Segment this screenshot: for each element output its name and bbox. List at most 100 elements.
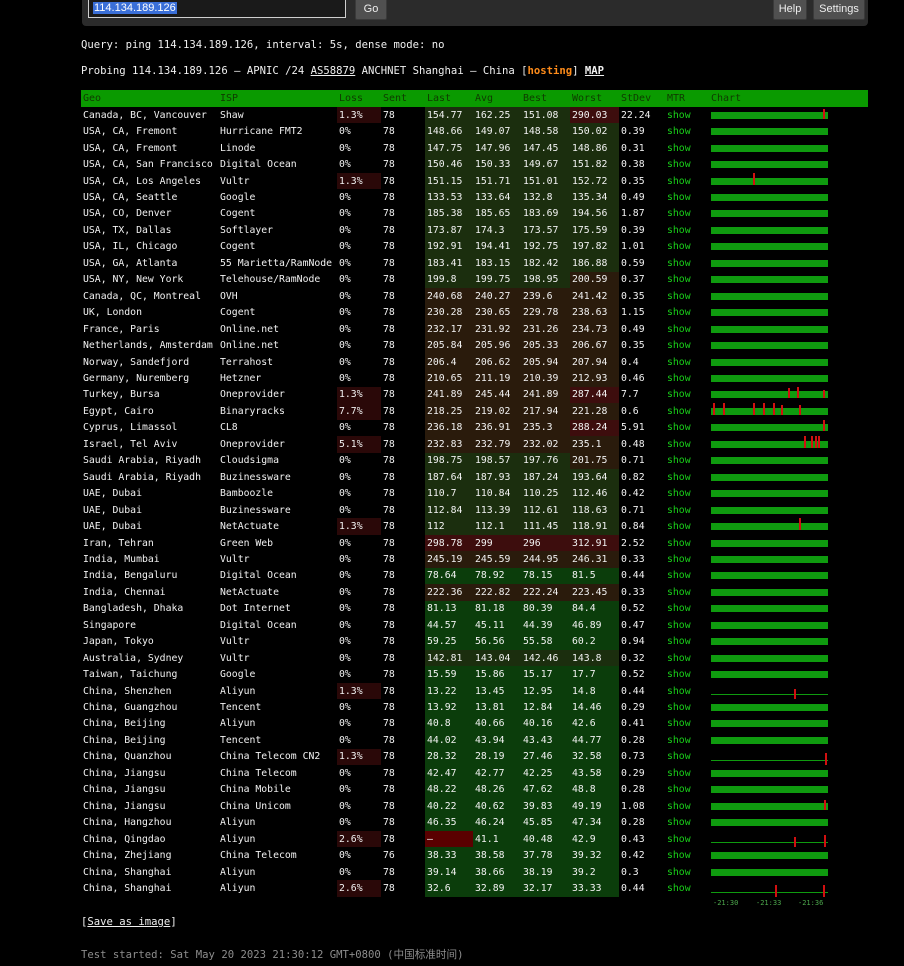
mtr-show-link[interactable]: show (665, 140, 709, 156)
save-as-image-link[interactable]: Save as image (87, 916, 170, 928)
mtr-show-link[interactable]: show (665, 732, 709, 748)
mtr-show-link[interactable]: show (665, 420, 709, 436)
target-input[interactable]: 114.134.189.126 (88, 0, 346, 18)
table-row: UAE, Dubai NetActuate 1.3% 78 112 112.1 111.45… (81, 518, 868, 535)
cell-geo: USA, IL, Chicago (83, 241, 178, 253)
mtr-show-link[interactable]: show (665, 337, 709, 353)
column-header-last[interactable]: Last (425, 90, 473, 107)
cell-sent: 78 (383, 356, 395, 368)
mtr-show-link[interactable]: show (665, 387, 709, 403)
mtr-show-link[interactable]: show (665, 239, 709, 255)
table-row: Canada, QC, Montreal OVH 0% 78 240.68 240.27 2… (81, 287, 868, 305)
mtr-show-link[interactable]: show (665, 535, 709, 551)
cell-sent: 78 (383, 800, 395, 812)
cell-geo: Japan, Tokyo (83, 636, 154, 648)
asn-link[interactable]: AS58879 (311, 65, 356, 77)
cell-sent: 78 (383, 372, 395, 384)
mtr-show-link[interactable]: show (665, 272, 709, 288)
cell-loss: 0% (339, 142, 351, 154)
latency-chart (709, 354, 868, 370)
mtr-show-link[interactable]: show (665, 354, 709, 370)
mtr-show-link[interactable]: show (665, 782, 709, 798)
cell-best: 231.26 (521, 320, 570, 338)
table-header-row: Geo ISP Loss Sent Last Avg Best Worst StDev MTR Ch… (81, 90, 868, 107)
mtr-show-link[interactable]: show (665, 206, 709, 222)
cell-sent: 78 (383, 159, 395, 171)
mtr-show-link[interactable]: show (665, 189, 709, 205)
mtr-show-link[interactable]: show (665, 617, 709, 633)
table-row: France, Paris Online.net 0% 78 232.17 231.92 2… (81, 320, 868, 338)
column-header-isp[interactable]: ISP (218, 90, 337, 107)
cell-loss: 0% (339, 537, 351, 549)
cell-avg: 32.89 (473, 880, 521, 897)
mtr-show-link[interactable]: show (665, 403, 709, 419)
cell-isp: Online.net (220, 323, 279, 335)
help-button[interactable]: Help (773, 0, 807, 20)
mtr-show-link[interactable]: show (665, 156, 709, 172)
mtr-show-link[interactable]: show (665, 288, 709, 304)
go-button[interactable]: Go (355, 0, 387, 20)
mtr-show-link[interactable]: show (665, 847, 709, 863)
cell-best: 43.43 (521, 732, 570, 749)
mtr-show-link[interactable]: show (665, 584, 709, 600)
column-header-geo[interactable]: Geo (81, 90, 218, 107)
mtr-show-link[interactable]: show (665, 304, 709, 320)
cell-last: 110.7 (425, 485, 473, 502)
mtr-show-link[interactable]: show (665, 683, 709, 699)
mtr-show-link[interactable]: show (665, 765, 709, 781)
mtr-show-link[interactable]: show (665, 798, 709, 814)
cell-isp: Aliyun (220, 866, 256, 878)
cell-avg: 245.59 (473, 551, 521, 568)
map-link[interactable]: MAP (585, 65, 604, 77)
column-header-best[interactable]: Best (521, 90, 570, 107)
mtr-show-link[interactable]: show (665, 864, 709, 880)
chart-bar (711, 572, 828, 580)
cell-best: 47.62 (521, 781, 570, 799)
cell-best: 32.17 (521, 880, 570, 897)
latency-chart (709, 189, 868, 205)
mtr-show-link[interactable]: show (665, 502, 709, 518)
cell-worst: 46.89 (570, 617, 619, 634)
column-header-stdev[interactable]: StDev (619, 90, 665, 107)
cell-sent: 78 (383, 817, 395, 829)
mtr-show-link[interactable]: show (665, 716, 709, 732)
column-header-chart[interactable]: Chart (709, 90, 868, 107)
mtr-show-link[interactable]: show (665, 436, 709, 452)
mtr-show-link[interactable]: show (665, 880, 709, 896)
mtr-show-link[interactable]: show (665, 321, 709, 337)
mtr-show-link[interactable]: show (665, 650, 709, 666)
mtr-show-link[interactable]: show (665, 485, 709, 501)
mtr-show-link[interactable]: show (665, 601, 709, 617)
column-header-sent[interactable]: Sent (381, 90, 425, 107)
cell-best: 39.83 (521, 798, 570, 815)
column-header-worst[interactable]: Worst (570, 90, 619, 107)
cell-loss: 0% (339, 191, 351, 203)
mtr-show-link[interactable]: show (665, 173, 709, 189)
cell-stdev: 0.29 (621, 767, 645, 779)
mtr-show-link[interactable]: show (665, 814, 709, 830)
mtr-show-link[interactable]: show (665, 568, 709, 584)
mtr-show-link[interactable]: show (665, 749, 709, 765)
mtr-show-link[interactable]: show (665, 222, 709, 238)
settings-button[interactable]: Settings (813, 0, 865, 20)
mtr-show-link[interactable]: show (665, 107, 709, 123)
mtr-show-link[interactable]: show (665, 469, 709, 485)
mtr-show-link[interactable]: show (665, 518, 709, 534)
mtr-show-link[interactable]: show (665, 699, 709, 715)
column-header-mtr[interactable]: MTR (665, 90, 709, 107)
table-row: China, Jiangsu China Telecom 0% 78 42.47 42.7… (81, 765, 868, 782)
mtr-show-link[interactable]: show (665, 551, 709, 567)
mtr-show-link[interactable]: show (665, 831, 709, 847)
cell-avg: 13.81 (473, 699, 521, 716)
table-row: Canada, BC, Vancouver Shaw 1.3% 78 154.77 162… (81, 107, 868, 124)
mtr-show-link[interactable]: show (665, 123, 709, 139)
column-header-loss[interactable]: Loss (337, 90, 381, 107)
mtr-show-link[interactable]: show (665, 453, 709, 469)
column-header-avg[interactable]: Avg (473, 90, 521, 107)
table-row: China, Guangzhou Tencent 0% 78 13.92 13.81 12.… (81, 699, 868, 716)
mtr-show-link[interactable]: show (665, 370, 709, 386)
cell-best: 40.16 (521, 715, 570, 733)
mtr-show-link[interactable]: show (665, 666, 709, 682)
mtr-show-link[interactable]: show (665, 255, 709, 271)
mtr-show-link[interactable]: show (665, 634, 709, 650)
